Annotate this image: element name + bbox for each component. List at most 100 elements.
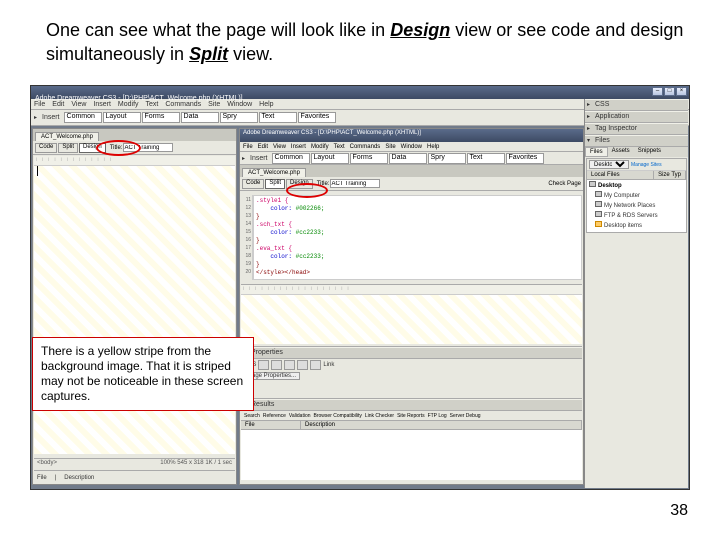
split-file-tab[interactable]: ACT_Welcome.php <box>242 168 306 177</box>
title-input[interactable] <box>123 143 173 152</box>
manage-sites-link[interactable]: Manage Sites <box>631 162 662 168</box>
tree-desktop[interactable]: Desktop <box>589 181 684 191</box>
site-select[interactable]: Desktop <box>589 160 629 169</box>
panel-tag-inspector[interactable]: Tag Inspector <box>585 123 688 135</box>
design-document: ACT_Welcome.php Code Split Design Title:… <box>32 128 237 485</box>
menu-window-2[interactable]: Window <box>401 144 422 150</box>
panel-css[interactable]: CSS <box>585 99 688 111</box>
minimize-button[interactable]: – <box>652 87 663 96</box>
menu-file[interactable]: File <box>34 101 45 108</box>
menu-edit-2[interactable]: Edit <box>258 144 268 150</box>
check-page-button[interactable]: Check Page <box>548 181 581 187</box>
col-file-2: File <box>241 421 301 429</box>
tree-ftp[interactable]: FTP & RDS Servers <box>589 211 684 221</box>
col-local-files: Local Files <box>587 171 654 179</box>
design-view-button[interactable]: Design <box>79 143 106 153</box>
menu-commands[interactable]: Commands <box>165 101 201 108</box>
italic-button[interactable] <box>271 360 282 370</box>
split-file-tab-row: ACT_Welcome.php <box>240 165 583 177</box>
results-body <box>241 430 582 480</box>
c2[interactable]: Layout <box>311 153 349 164</box>
tab-reference[interactable]: Reference <box>263 413 286 419</box>
file-tab[interactable]: ACT_Welcome.php <box>35 132 99 141</box>
tree-desktop-items[interactable]: Desktop items <box>589 221 684 231</box>
menu-text-2[interactable]: Text <box>334 144 345 150</box>
window-controls: – □ × <box>652 87 687 96</box>
c7[interactable]: Favorites <box>506 153 544 164</box>
tab-link-checker[interactable]: Link Checker <box>365 413 394 419</box>
col-size: Size Typ <box>654 171 686 179</box>
tab-validation[interactable]: Validation <box>289 413 311 419</box>
menu-insert-2[interactable]: Insert <box>291 144 306 150</box>
menu-insert[interactable]: Insert <box>93 101 111 108</box>
menu-modify-2[interactable]: Modify <box>311 144 329 150</box>
menu-view-2[interactable]: View <box>273 144 286 150</box>
align-right-button[interactable] <box>310 360 321 370</box>
bold-button[interactable] <box>258 360 269 370</box>
align-center-button[interactable] <box>297 360 308 370</box>
titlebar: Adobe Dreamweaver CS3 - [D:\PHP\ACT_Welc… <box>31 86 689 99</box>
menu-commands-2[interactable]: Commands <box>350 144 381 150</box>
menu-site[interactable]: Site <box>208 101 220 108</box>
menu-window[interactable]: Window <box>227 101 252 108</box>
tab-site-reports[interactable]: Site Reports <box>397 413 425 419</box>
insert-cat-forms[interactable]: Forms <box>142 112 180 123</box>
properties-panel: Properties CSS Link Page Properties... <box>241 346 582 396</box>
title-input-2[interactable] <box>330 179 380 188</box>
ruler: | | | | | | | | | | | | | <box>34 156 235 166</box>
results-header[interactable]: Results <box>241 399 582 411</box>
menu-help-2[interactable]: Help <box>427 144 439 150</box>
code-view-button[interactable]: Code <box>35 143 57 153</box>
tab-ftp-log[interactable]: FTP Log <box>428 413 447 419</box>
c3[interactable]: Forms <box>350 153 388 164</box>
tree-network[interactable]: My Network Places <box>589 201 684 211</box>
ftp-icon <box>595 211 602 217</box>
properties-header[interactable]: Properties <box>241 347 582 359</box>
tab-browser-compat[interactable]: Browser Compatibility <box>314 413 362 419</box>
menu-modify[interactable]: Modify <box>118 101 139 108</box>
split-design-pane[interactable]: | | | | | | | | | | | | | | | | | | <box>241 284 582 344</box>
view-switcher: Code Split Design Title: <box>33 141 236 155</box>
split-insert-toolbar: Insert Common Layout Forms Data Spry Tex… <box>240 152 583 165</box>
c6[interactable]: Text <box>467 153 505 164</box>
c4[interactable]: Data <box>389 153 427 164</box>
tag-selector[interactable]: <body> <box>37 460 57 468</box>
insert-cat-2[interactable]: Common <box>272 153 310 164</box>
panel-files[interactable]: Files <box>585 135 688 147</box>
split-code-button[interactable]: Code <box>242 179 264 189</box>
tree-my-computer[interactable]: My Computer <box>589 191 684 201</box>
link-label: Link <box>323 362 334 368</box>
split-view-button[interactable]: Split <box>58 143 78 153</box>
tab-snippets[interactable]: Snippets <box>634 147 665 157</box>
bottom-file-row: File | Description <box>34 470 235 484</box>
col-desc: Description <box>64 475 94 481</box>
code-pane[interactable]: .style1 { color: #002266;}.sch_txt { col… <box>253 195 582 280</box>
split-split-button[interactable]: Split <box>265 179 285 189</box>
results-tabs: Search Reference Validation Browser Comp… <box>241 411 582 421</box>
insert-cat-spry[interactable]: Spry <box>220 112 258 123</box>
menu-site-2[interactable]: Site <box>385 144 395 150</box>
split-design-button[interactable]: Design <box>286 179 313 189</box>
panel-application[interactable]: Application <box>585 111 688 123</box>
maximize-button[interactable]: □ <box>664 87 675 96</box>
tab-files[interactable]: Files <box>585 147 608 157</box>
menu-text[interactable]: Text <box>146 101 159 108</box>
menu-edit[interactable]: Edit <box>52 101 64 108</box>
title-label: Title: <box>110 145 123 151</box>
page-number: 38 <box>670 502 688 520</box>
insert-cat-text[interactable]: Text <box>259 112 297 123</box>
tab-assets[interactable]: Assets <box>608 147 634 157</box>
insert-cat-data[interactable]: Data <box>181 112 219 123</box>
insert-category[interactable]: Common <box>64 112 102 123</box>
c5[interactable]: Spry <box>428 153 466 164</box>
menu-help[interactable]: Help <box>259 101 273 108</box>
close-button[interactable]: × <box>676 87 687 96</box>
menu-view[interactable]: View <box>71 101 86 108</box>
split-titlebar: Adobe Dreamweaver CS3 - [D:\PHP\ACT_Welc… <box>240 129 583 142</box>
tab-server-debug[interactable]: Server Debug <box>450 413 481 419</box>
align-left-button[interactable] <box>284 360 295 370</box>
insert-cat-fav[interactable]: Favorites <box>298 112 336 123</box>
insert-cat-layout[interactable]: Layout <box>103 112 141 123</box>
tab-search[interactable]: Search <box>244 413 260 419</box>
menu-file-2[interactable]: File <box>243 144 253 150</box>
